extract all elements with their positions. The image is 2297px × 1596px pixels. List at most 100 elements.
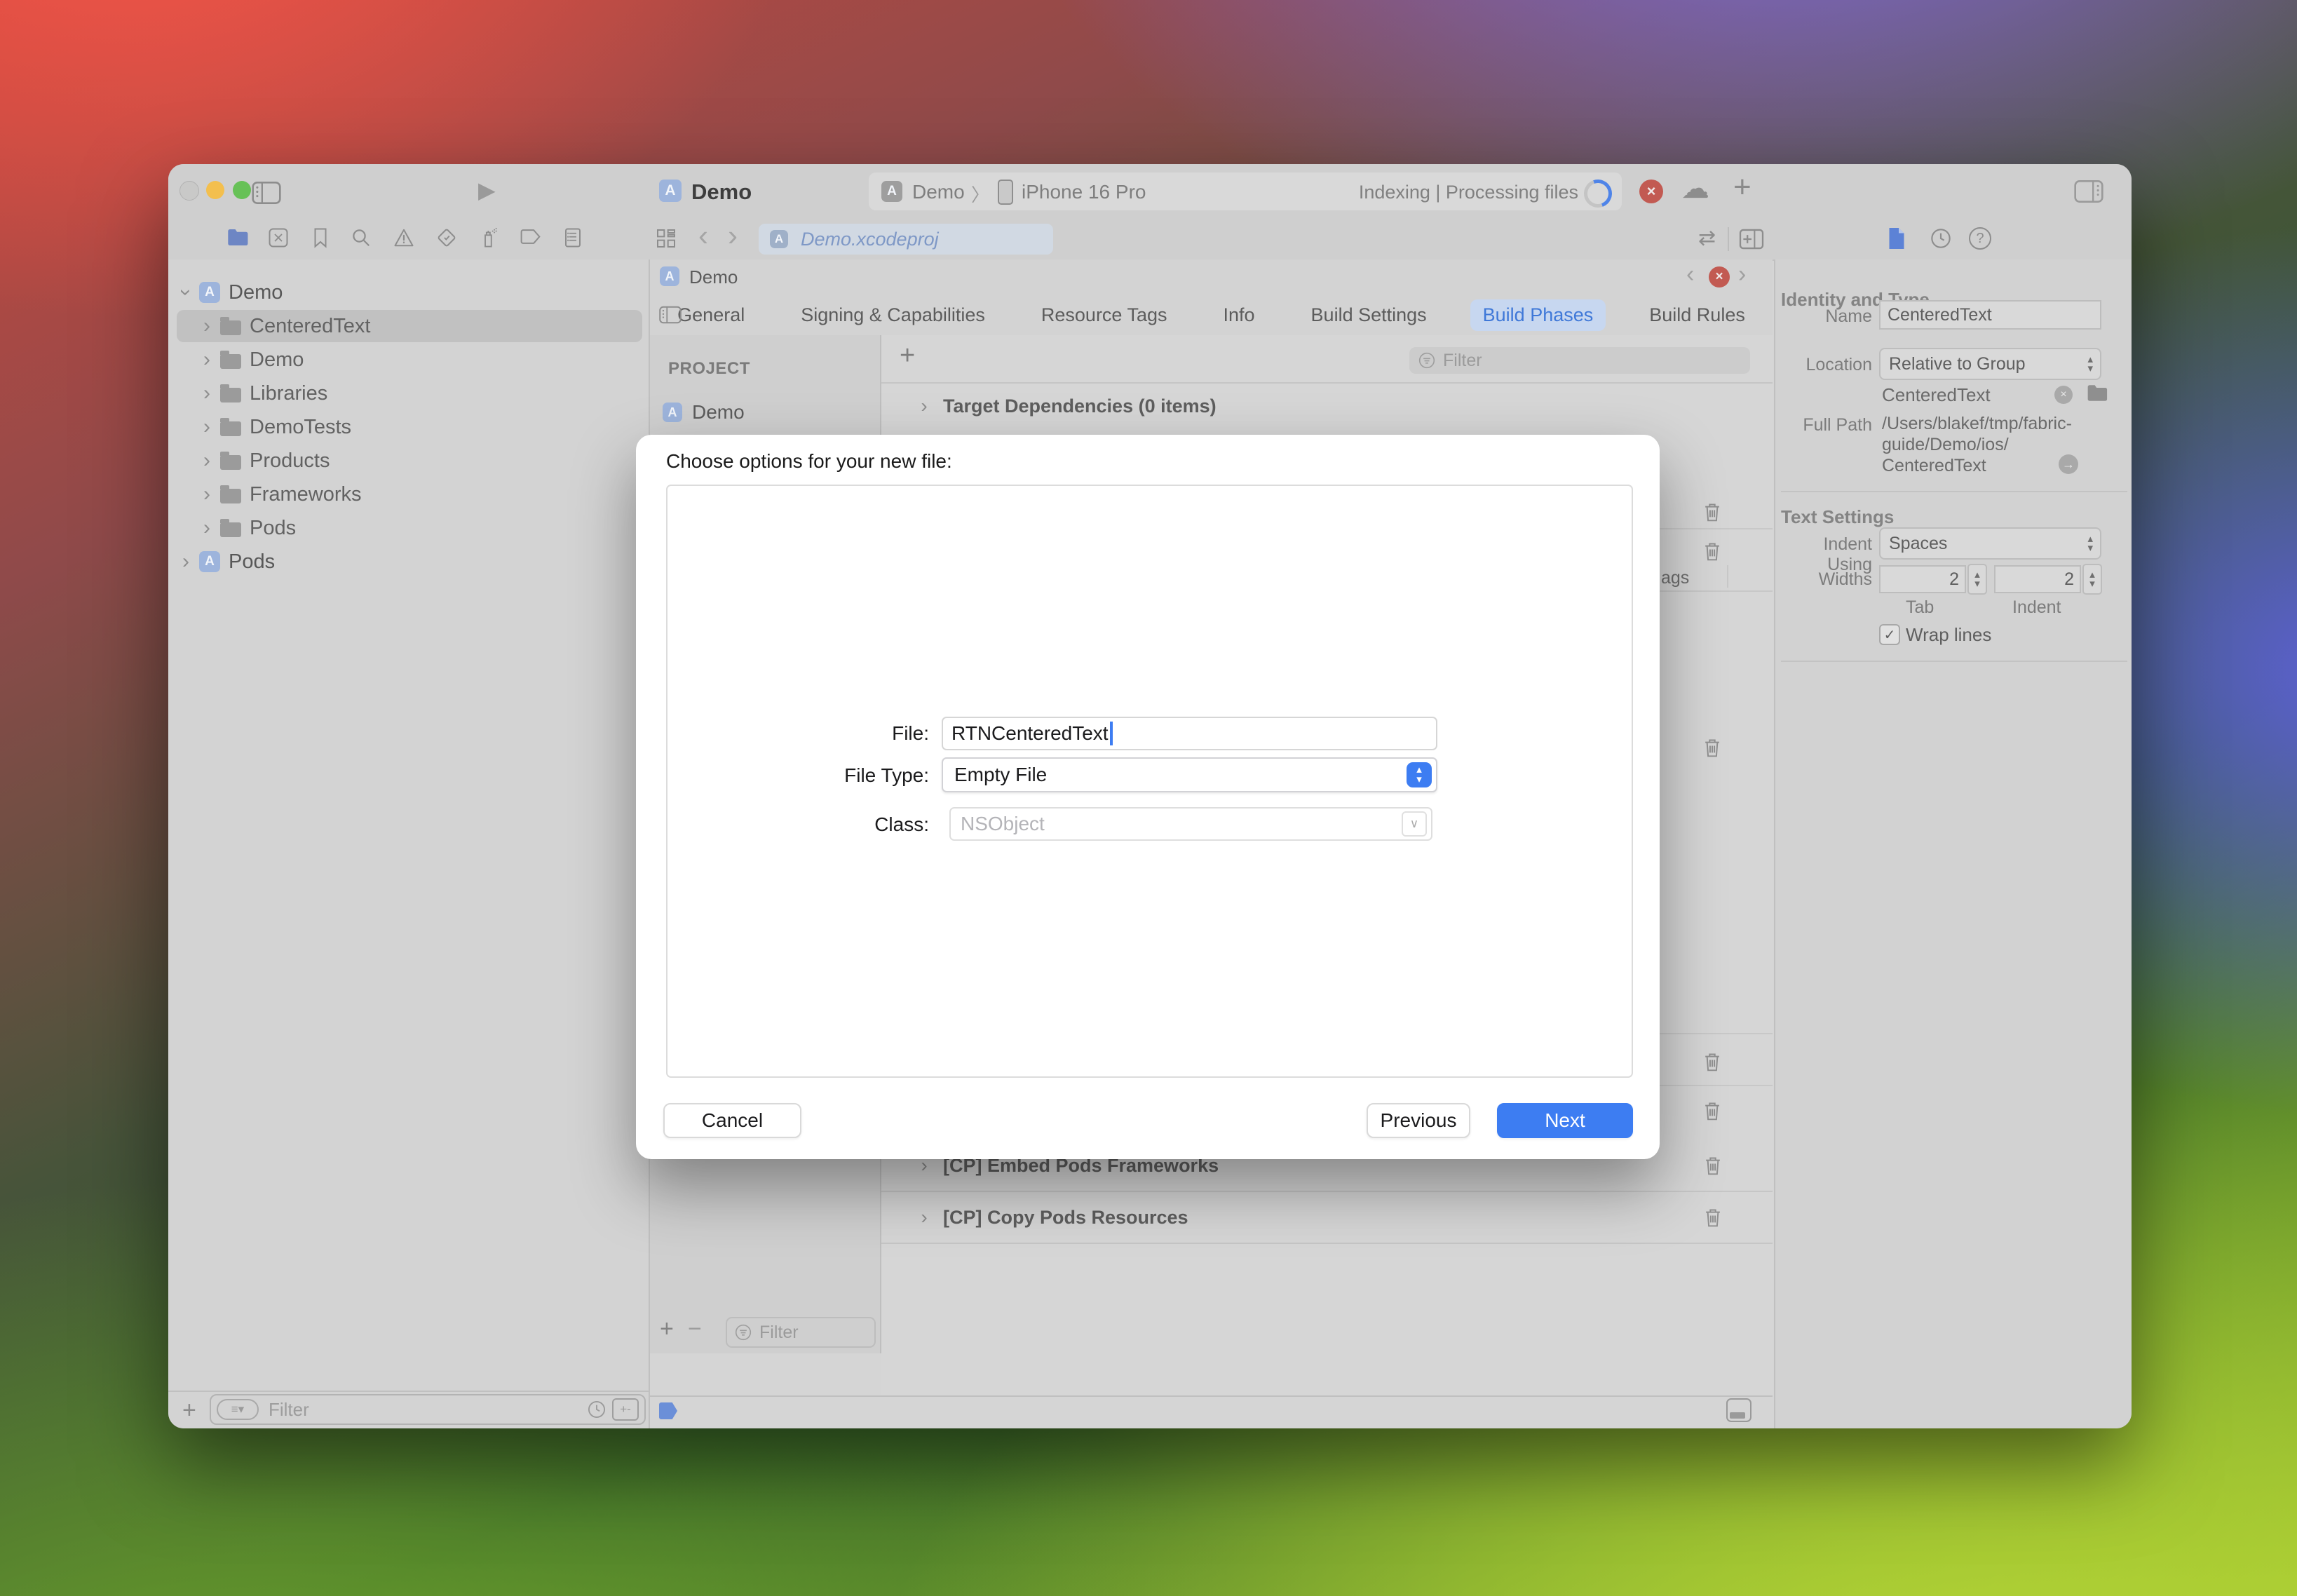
clear-location-icon[interactable]: × <box>2054 386 2073 404</box>
open-path-arrow-icon[interactable]: → <box>2059 454 2078 474</box>
next-label: Next <box>1545 1109 1585 1132</box>
next-issue-button[interactable]: › <box>1738 261 1746 288</box>
jumpbar-item[interactable]: Demo <box>689 266 738 288</box>
cloud-icon: ☁ <box>1681 173 1709 205</box>
tab-resource-tags[interactable]: Resource Tags <box>1029 299 1180 331</box>
targets-filter-field[interactable]: Filter <box>726 1317 876 1348</box>
toggle-bottom-bar-icon[interactable] <box>1726 1398 1751 1422</box>
back-button[interactable]: ‹ <box>698 219 708 252</box>
sidebar-item-libraries[interactable]: › Libraries <box>177 377 642 410</box>
previous-issue-button[interactable]: ‹ <box>1686 261 1694 288</box>
bookmark-navigator-icon[interactable] <box>310 227 331 248</box>
sidebar-item-centeredtext[interactable]: › CenteredText <box>177 310 642 342</box>
disclosure-icon[interactable]: › <box>198 516 216 540</box>
disclosure-icon[interactable]: › <box>174 283 198 302</box>
add-button[interactable]: + <box>1733 170 1751 205</box>
error-badge[interactable]: × <box>1639 180 1663 203</box>
tab-overview-icon[interactable] <box>655 227 677 250</box>
sidebar-add-button[interactable]: + <box>182 1397 196 1424</box>
combo-chevron-icon[interactable]: ∨ <box>1402 811 1427 837</box>
file-type-popup[interactable]: Empty File ▴▾ <box>942 757 1437 792</box>
issue-navigator-icon[interactable] <box>268 227 289 248</box>
report-navigator-icon[interactable] <box>562 227 583 248</box>
cancel-button[interactable]: Cancel <box>663 1103 801 1138</box>
history-inspector-icon[interactable] <box>1930 227 1952 250</box>
tab-build-settings[interactable]: Build Settings <box>1299 299 1439 331</box>
disclosure-icon[interactable]: › <box>198 381 216 405</box>
add-target-button[interactable]: + <box>660 1316 674 1343</box>
target-dependencies-row[interactable]: › Target Dependencies (0 items) <box>881 382 1773 430</box>
filter-options-icon[interactable]: ≡▾ <box>217 1399 259 1420</box>
forward-button[interactable]: › <box>728 219 738 252</box>
disclosure-icon[interactable]: › <box>177 550 195 574</box>
indent-using-popup[interactable]: Spaces ▴▾ <box>1879 527 2101 560</box>
file-name-input[interactable]: RTNCenteredText <box>942 717 1437 750</box>
test-navigator-icon[interactable] <box>436 227 457 248</box>
disclosure-icon[interactable]: › <box>198 314 216 338</box>
name-field[interactable]: CenteredText <box>1879 300 2101 330</box>
help-inspector-icon[interactable]: ? <box>1969 227 1991 250</box>
toggle-inspector-icon[interactable] <box>2073 180 2105 203</box>
sidebar-item-products[interactable]: › Products <box>177 445 642 477</box>
disclosure-icon[interactable]: › <box>198 348 216 372</box>
class-combo[interactable]: NSObject ∨ <box>949 807 1432 841</box>
scm-status-filter-icon[interactable]: +- <box>612 1398 639 1421</box>
remove-target-button[interactable]: − <box>688 1316 702 1343</box>
next-button[interactable]: Next <box>1497 1103 1633 1138</box>
copy-pods-resources-row[interactable]: › [CP] Copy Pods Resources <box>881 1195 1773 1240</box>
phases-filter-field[interactable]: Filter <box>1409 347 1750 374</box>
run-button[interactable]: ▶ <box>478 177 496 203</box>
disclosure-icon[interactable]: › <box>915 395 933 417</box>
sidebar-item-frameworks[interactable]: › Frameworks <box>177 478 642 510</box>
add-editor-icon[interactable] <box>1737 228 1766 250</box>
delete-phase-icon[interactable] <box>1702 1154 1723 1177</box>
tab-build-phases[interactable]: Build Phases <box>1470 299 1606 331</box>
swap-editor-icon[interactable]: ⇄ <box>1698 226 1716 250</box>
choose-folder-icon[interactable] <box>2087 384 2109 403</box>
toggle-navigator-icon[interactable] <box>251 181 282 205</box>
document-tab[interactable]: A Demo.xcodeproj <box>759 224 1053 255</box>
tab-width-stepper[interactable]: ▴▾ <box>1967 564 1987 595</box>
indent-width-field[interactable]: 2 <box>1994 565 2081 593</box>
delete-phase-icon[interactable] <box>1702 1100 1723 1122</box>
project-navigator-icon[interactable] <box>227 228 250 248</box>
tab-build-rules[interactable]: Build Rules <box>1637 299 1758 331</box>
add-build-phase-button[interactable]: + <box>900 341 915 371</box>
hide-project-list-icon[interactable] <box>658 306 682 324</box>
find-navigator-icon[interactable] <box>351 227 372 248</box>
previous-button[interactable]: Previous <box>1367 1103 1470 1138</box>
zoom-button[interactable] <box>233 181 251 199</box>
scheme-app-icon: A <box>881 181 902 202</box>
disclosure-icon[interactable]: › <box>198 449 216 473</box>
disclosure-icon[interactable]: › <box>198 415 216 439</box>
close-button[interactable] <box>179 181 199 201</box>
sidebar-item-pods-group[interactable]: › Pods <box>177 512 642 544</box>
minimize-button[interactable] <box>206 181 224 199</box>
issue-badge[interactable]: × <box>1709 266 1730 288</box>
warning-navigator-icon[interactable] <box>393 227 415 248</box>
delete-phase-icon[interactable] <box>1702 1206 1723 1229</box>
scheme-selector[interactable]: A Demo 〉 iPhone 16 Pro Indexing | Proces… <box>869 173 1622 210</box>
sidebar-item-pods-root[interactable]: › A Pods <box>177 546 642 578</box>
sidebar-item-demo-root[interactable]: › A Demo <box>177 276 642 309</box>
tab-signing-capabilities[interactable]: Signing & Capabilities <box>788 299 998 331</box>
disclosure-icon[interactable]: › <box>198 482 216 506</box>
sidebar-filter-field[interactable]: ≡▾ Filter +- <box>210 1394 646 1425</box>
tab-info[interactable]: Info <box>1211 299 1268 331</box>
wrap-lines-checkbox[interactable]: ✓ <box>1879 624 1900 645</box>
delete-phase-icon[interactable] <box>1702 501 1723 523</box>
delete-phase-icon[interactable] <box>1702 736 1723 759</box>
recent-files-icon[interactable] <box>587 1400 607 1419</box>
indent-width-stepper[interactable]: ▴▾ <box>2082 564 2102 595</box>
tab-width-field[interactable]: 2 <box>1879 565 1966 593</box>
file-inspector-icon[interactable] <box>1886 226 1907 251</box>
debug-navigator-icon[interactable] <box>478 227 499 248</box>
sidebar-item-demo-group[interactable]: › Demo <box>177 344 642 376</box>
delete-phase-icon[interactable] <box>1702 540 1723 562</box>
breakpoint-navigator-icon[interactable] <box>519 229 543 248</box>
location-popup[interactable]: Relative to Group ▴▾ <box>1879 348 2101 380</box>
disclosure-icon[interactable]: › <box>915 1206 933 1229</box>
sidebar-item-demotests[interactable]: › DemoTests <box>177 411 642 443</box>
project-row[interactable]: A Demo <box>657 397 873 428</box>
delete-phase-icon[interactable] <box>1702 1050 1723 1073</box>
